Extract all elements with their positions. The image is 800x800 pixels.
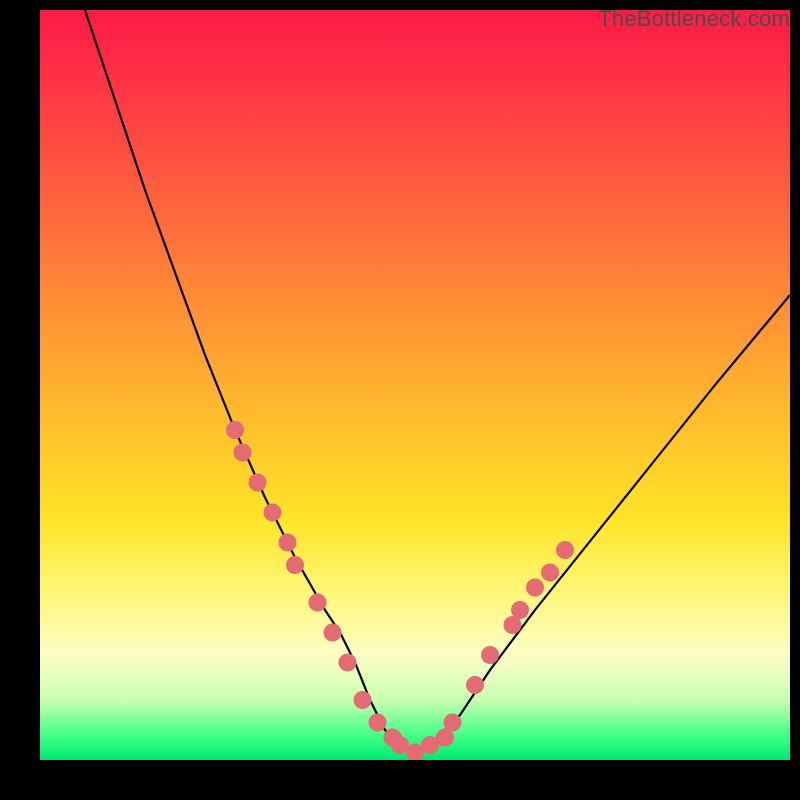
data-marker: [234, 444, 252, 462]
data-marker: [556, 541, 574, 559]
plot-area: [40, 10, 790, 760]
data-marker: [279, 534, 297, 552]
bottleneck-curve: [85, 10, 790, 753]
data-marker: [264, 504, 282, 522]
marker-group: [226, 421, 574, 760]
chart-frame: TheBottleneck.com: [0, 0, 800, 800]
data-marker: [309, 594, 327, 612]
data-marker: [226, 421, 244, 439]
data-marker: [286, 556, 304, 574]
chart-svg: [40, 10, 790, 760]
data-marker: [444, 714, 462, 732]
data-marker: [339, 654, 357, 672]
data-marker: [481, 646, 499, 664]
data-marker: [511, 601, 529, 619]
data-marker: [466, 676, 484, 694]
watermark-text: TheBottleneck.com: [598, 6, 790, 32]
data-marker: [526, 579, 544, 597]
data-marker: [249, 474, 267, 492]
data-marker: [541, 564, 559, 582]
data-marker: [369, 714, 387, 732]
data-marker: [354, 691, 372, 709]
data-marker: [324, 624, 342, 642]
